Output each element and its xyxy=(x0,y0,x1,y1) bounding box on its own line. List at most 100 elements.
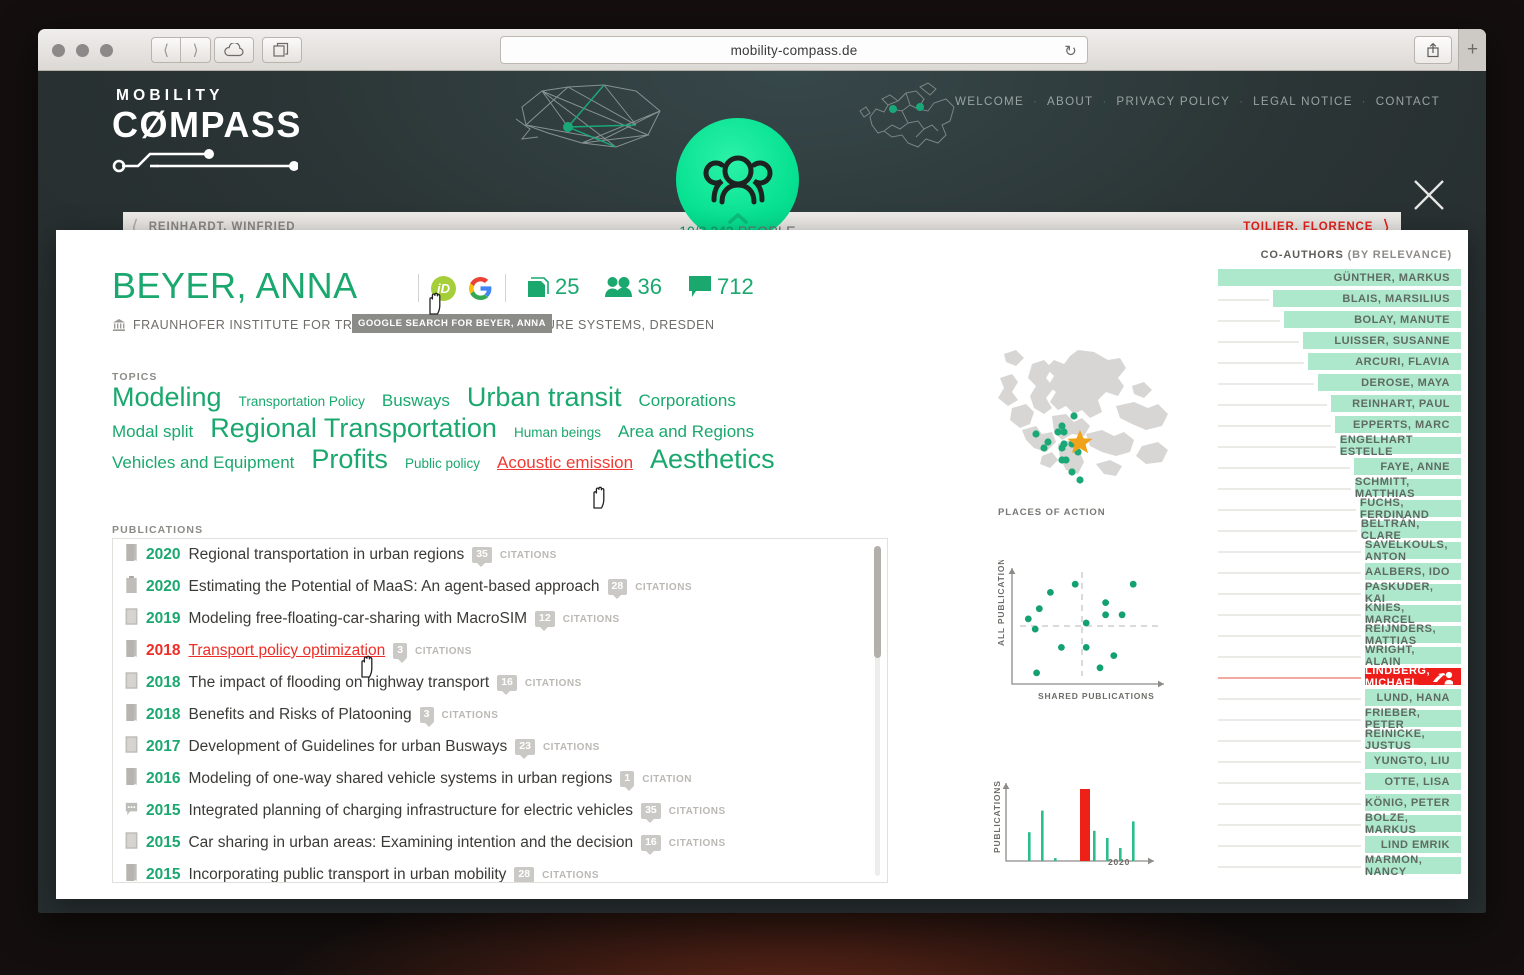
topic-tag-active[interactable]: Acoustic emission xyxy=(497,453,633,473)
coauthor-row-active[interactable]: LINDBERG, MICHAEL xyxy=(1214,665,1461,689)
bar-highlighted[interactable] xyxy=(1080,789,1090,861)
publication-row[interactable]: 2020 Regional transportation in urban reg… xyxy=(113,539,887,571)
publications-list[interactable]: 2020 Regional transportation in urban reg… xyxy=(112,538,888,883)
coauthor-bar[interactable]: SCHMITT, MATTHIAS xyxy=(1355,476,1461,500)
forward-button[interactable]: ⟩ xyxy=(181,37,211,63)
close-window-button[interactable] xyxy=(52,44,65,57)
nav-item-contact[interactable]: CONTACT xyxy=(1376,95,1440,108)
coauthor-row[interactable]: BOLAY, MANUTE xyxy=(1214,310,1461,331)
coauthor-bar[interactable]: FUCHS, FERDINAND xyxy=(1360,497,1461,521)
back-button[interactable]: ⟨ xyxy=(151,37,181,63)
coauthor-bar[interactable]: GÜNTHER, MARKUS xyxy=(1218,269,1461,286)
window-controls[interactable] xyxy=(52,44,113,57)
coauthor-bar[interactable]: FAYE, ANNE xyxy=(1354,458,1461,475)
new-tab-button[interactable]: + xyxy=(1458,29,1486,71)
bar[interactable] xyxy=(1028,832,1031,861)
coauthor-row[interactable]: SAVELKOULS, ANTON xyxy=(1214,539,1461,563)
coauthor-row[interactable]: YUNGTO, LIU xyxy=(1214,751,1461,772)
topic-tag[interactable]: Transportation Policy xyxy=(239,394,365,409)
coauthor-bar[interactable]: ENGELHART ESTELLE xyxy=(1340,434,1461,458)
coauthor-bar[interactable]: EPPERTS, MARC xyxy=(1335,416,1461,433)
publication-row[interactable]: 2020 Estimating the Potential of MaaS: An… xyxy=(113,571,887,603)
publication-row[interactable]: 2019 Modeling free-floating-car-sharing w… xyxy=(113,603,887,635)
coauthor-row[interactable]: BOLZE, MARKUS xyxy=(1214,812,1461,836)
scrollbar-thumb[interactable] xyxy=(874,546,881,658)
topic-tag[interactable]: Urban transit xyxy=(467,382,622,413)
coauthor-bar[interactable]: DEROSE, MAYA xyxy=(1318,374,1461,391)
stat-citations[interactable]: 712 xyxy=(688,274,754,300)
coauthor-row[interactable]: LUISSER, SUSANNE xyxy=(1214,331,1461,352)
coauthor-row[interactable]: DEROSE, MAYA xyxy=(1214,373,1461,394)
coauthor-bar[interactable]: FRIEBER, PETER xyxy=(1365,707,1461,731)
coauthor-bar[interactable]: REINICKE, JUSTUS xyxy=(1365,728,1461,752)
publication-row[interactable]: 2015 Integrated planning of charging infr… xyxy=(113,795,887,827)
coauthor-bar[interactable]: ARCURI, FLAVIA xyxy=(1308,353,1461,370)
minimize-window-button[interactable] xyxy=(76,44,89,57)
bar[interactable] xyxy=(1054,858,1057,861)
coauthor-row[interactable]: GÜNTHER, MARKUS xyxy=(1214,268,1461,289)
publication-row[interactable]: 2017 Development of Guidelines for urban … xyxy=(113,731,887,763)
topic-tag[interactable]: Corporations xyxy=(639,391,736,411)
coauthor-bar[interactable]: KNIES, MARCEL xyxy=(1365,602,1461,626)
topic-tag[interactable]: Regional Transportation xyxy=(210,413,497,444)
coauthor-bar[interactable]: BELTRÁN, CLARE xyxy=(1361,518,1461,542)
topic-tag[interactable]: Aesthetics xyxy=(650,444,775,475)
coauthor-bar[interactable]: SAVELKOULS, ANTON xyxy=(1365,539,1461,563)
coauthor-bar[interactable]: LINDBERG, MICHAEL xyxy=(1365,665,1461,689)
topic-tag[interactable]: Modal split xyxy=(112,422,193,442)
bar[interactable] xyxy=(1093,830,1096,861)
coauthor-bar[interactable]: BOLAY, MANUTE xyxy=(1284,311,1461,328)
coauthor-row[interactable]: REINHART, PAUL xyxy=(1214,394,1461,415)
topic-tag[interactable]: Modeling xyxy=(112,382,222,413)
maximize-window-button[interactable] xyxy=(100,44,113,57)
coauthor-row[interactable]: ARCURI, FLAVIA xyxy=(1214,352,1461,373)
stat-coauthors[interactable]: 36 xyxy=(605,274,662,300)
coauthor-bar[interactable]: YUNGTO, LIU xyxy=(1365,752,1461,769)
coauthor-bar[interactable]: REINHART, PAUL xyxy=(1331,395,1461,412)
topic-tag[interactable]: Profits xyxy=(311,444,388,475)
coauthor-bar[interactable]: BOLZE, MARKUS xyxy=(1365,812,1461,836)
coauthor-bar[interactable]: WRIGHT, ALAIN xyxy=(1365,644,1461,668)
coauthor-row[interactable]: OTTE, LISA xyxy=(1214,772,1461,793)
tabs-icon[interactable] xyxy=(262,37,302,63)
coauthor-bar[interactable]: LUISSER, SUSANNE xyxy=(1303,332,1461,349)
bar[interactable] xyxy=(1132,821,1135,861)
publication-row[interactable]: 2018 Benefits and Risks of Platooning 3 CIT… xyxy=(113,699,887,731)
coauthor-row[interactable]: ENGELHART ESTELLE xyxy=(1214,434,1461,458)
coauthor-bar[interactable]: LUND, HANA xyxy=(1365,689,1461,706)
nav-item-welcome[interactable]: WELCOME xyxy=(955,95,1024,108)
share-icon[interactable] xyxy=(1414,36,1452,64)
coauthor-bar[interactable]: MARMON, NANCY xyxy=(1365,854,1461,878)
publication-row[interactable]: 2015 Car sharing in urban areas: Examinin… xyxy=(113,827,887,859)
coauthor-bar[interactable]: KÖNIG, PETER xyxy=(1365,794,1461,811)
coauthor-bar[interactable]: AALBERS, IDO xyxy=(1365,563,1461,580)
coauthor-row[interactable]: MARMON, NANCY xyxy=(1214,854,1461,878)
coauthor-bar[interactable]: OTTE, LISA xyxy=(1365,773,1461,790)
coauthor-row[interactable]: REINICKE, JUSTUS xyxy=(1214,728,1461,752)
stat-publications[interactable]: 25 xyxy=(526,274,579,300)
url-bar[interactable]: mobility-compass.de ↻ xyxy=(500,36,1088,64)
places-of-action-map[interactable] xyxy=(986,348,1186,508)
bar[interactable] xyxy=(1106,838,1109,861)
publication-row[interactable]: 2016 Modeling of one-way shared vehicle s… xyxy=(113,763,887,795)
topic-tag[interactable]: Public policy xyxy=(405,456,480,471)
coauthor-bar[interactable]: BLAIS, MARSILIUS xyxy=(1273,290,1461,307)
topic-tag[interactable]: Vehicles and Equipment xyxy=(112,453,294,473)
coauthor-bar[interactable]: LIND EMRIK xyxy=(1365,836,1461,853)
topic-tag[interactable]: Area and Regions xyxy=(618,422,754,442)
google-search-icon[interactable] xyxy=(468,276,493,301)
bar[interactable] xyxy=(1119,848,1122,861)
scatter-chart[interactable]: ALL PUBLICATIONS SHARED PUBLICATIONS xyxy=(990,551,1170,710)
publication-row[interactable]: 2018 Transport policy optimization 3 CITATI… xyxy=(113,635,887,667)
topic-tag[interactable]: Busways xyxy=(382,391,450,411)
site-logo[interactable]: MOBILITY CØMPASS xyxy=(112,87,302,178)
coauthor-row[interactable]: BLAIS, MARSILIUS xyxy=(1214,289,1461,310)
publication-row[interactable]: 2015 Incorporating public transport in ur… xyxy=(113,859,887,882)
publications-bar-chart[interactable]: PUBLICATIONS 2020 xyxy=(990,775,1175,890)
close-icon[interactable] xyxy=(1412,178,1446,212)
coauthor-bar[interactable]: PASKUDER, KAI xyxy=(1365,581,1461,605)
topic-tag[interactable]: Human beings xyxy=(514,425,601,440)
nav-item-legal-notice[interactable]: LEGAL NOTICE xyxy=(1253,95,1353,108)
coauthor-bar[interactable]: REIJNDERS, MATTIAS xyxy=(1365,623,1461,647)
reload-icon[interactable]: ↻ xyxy=(1064,42,1077,60)
